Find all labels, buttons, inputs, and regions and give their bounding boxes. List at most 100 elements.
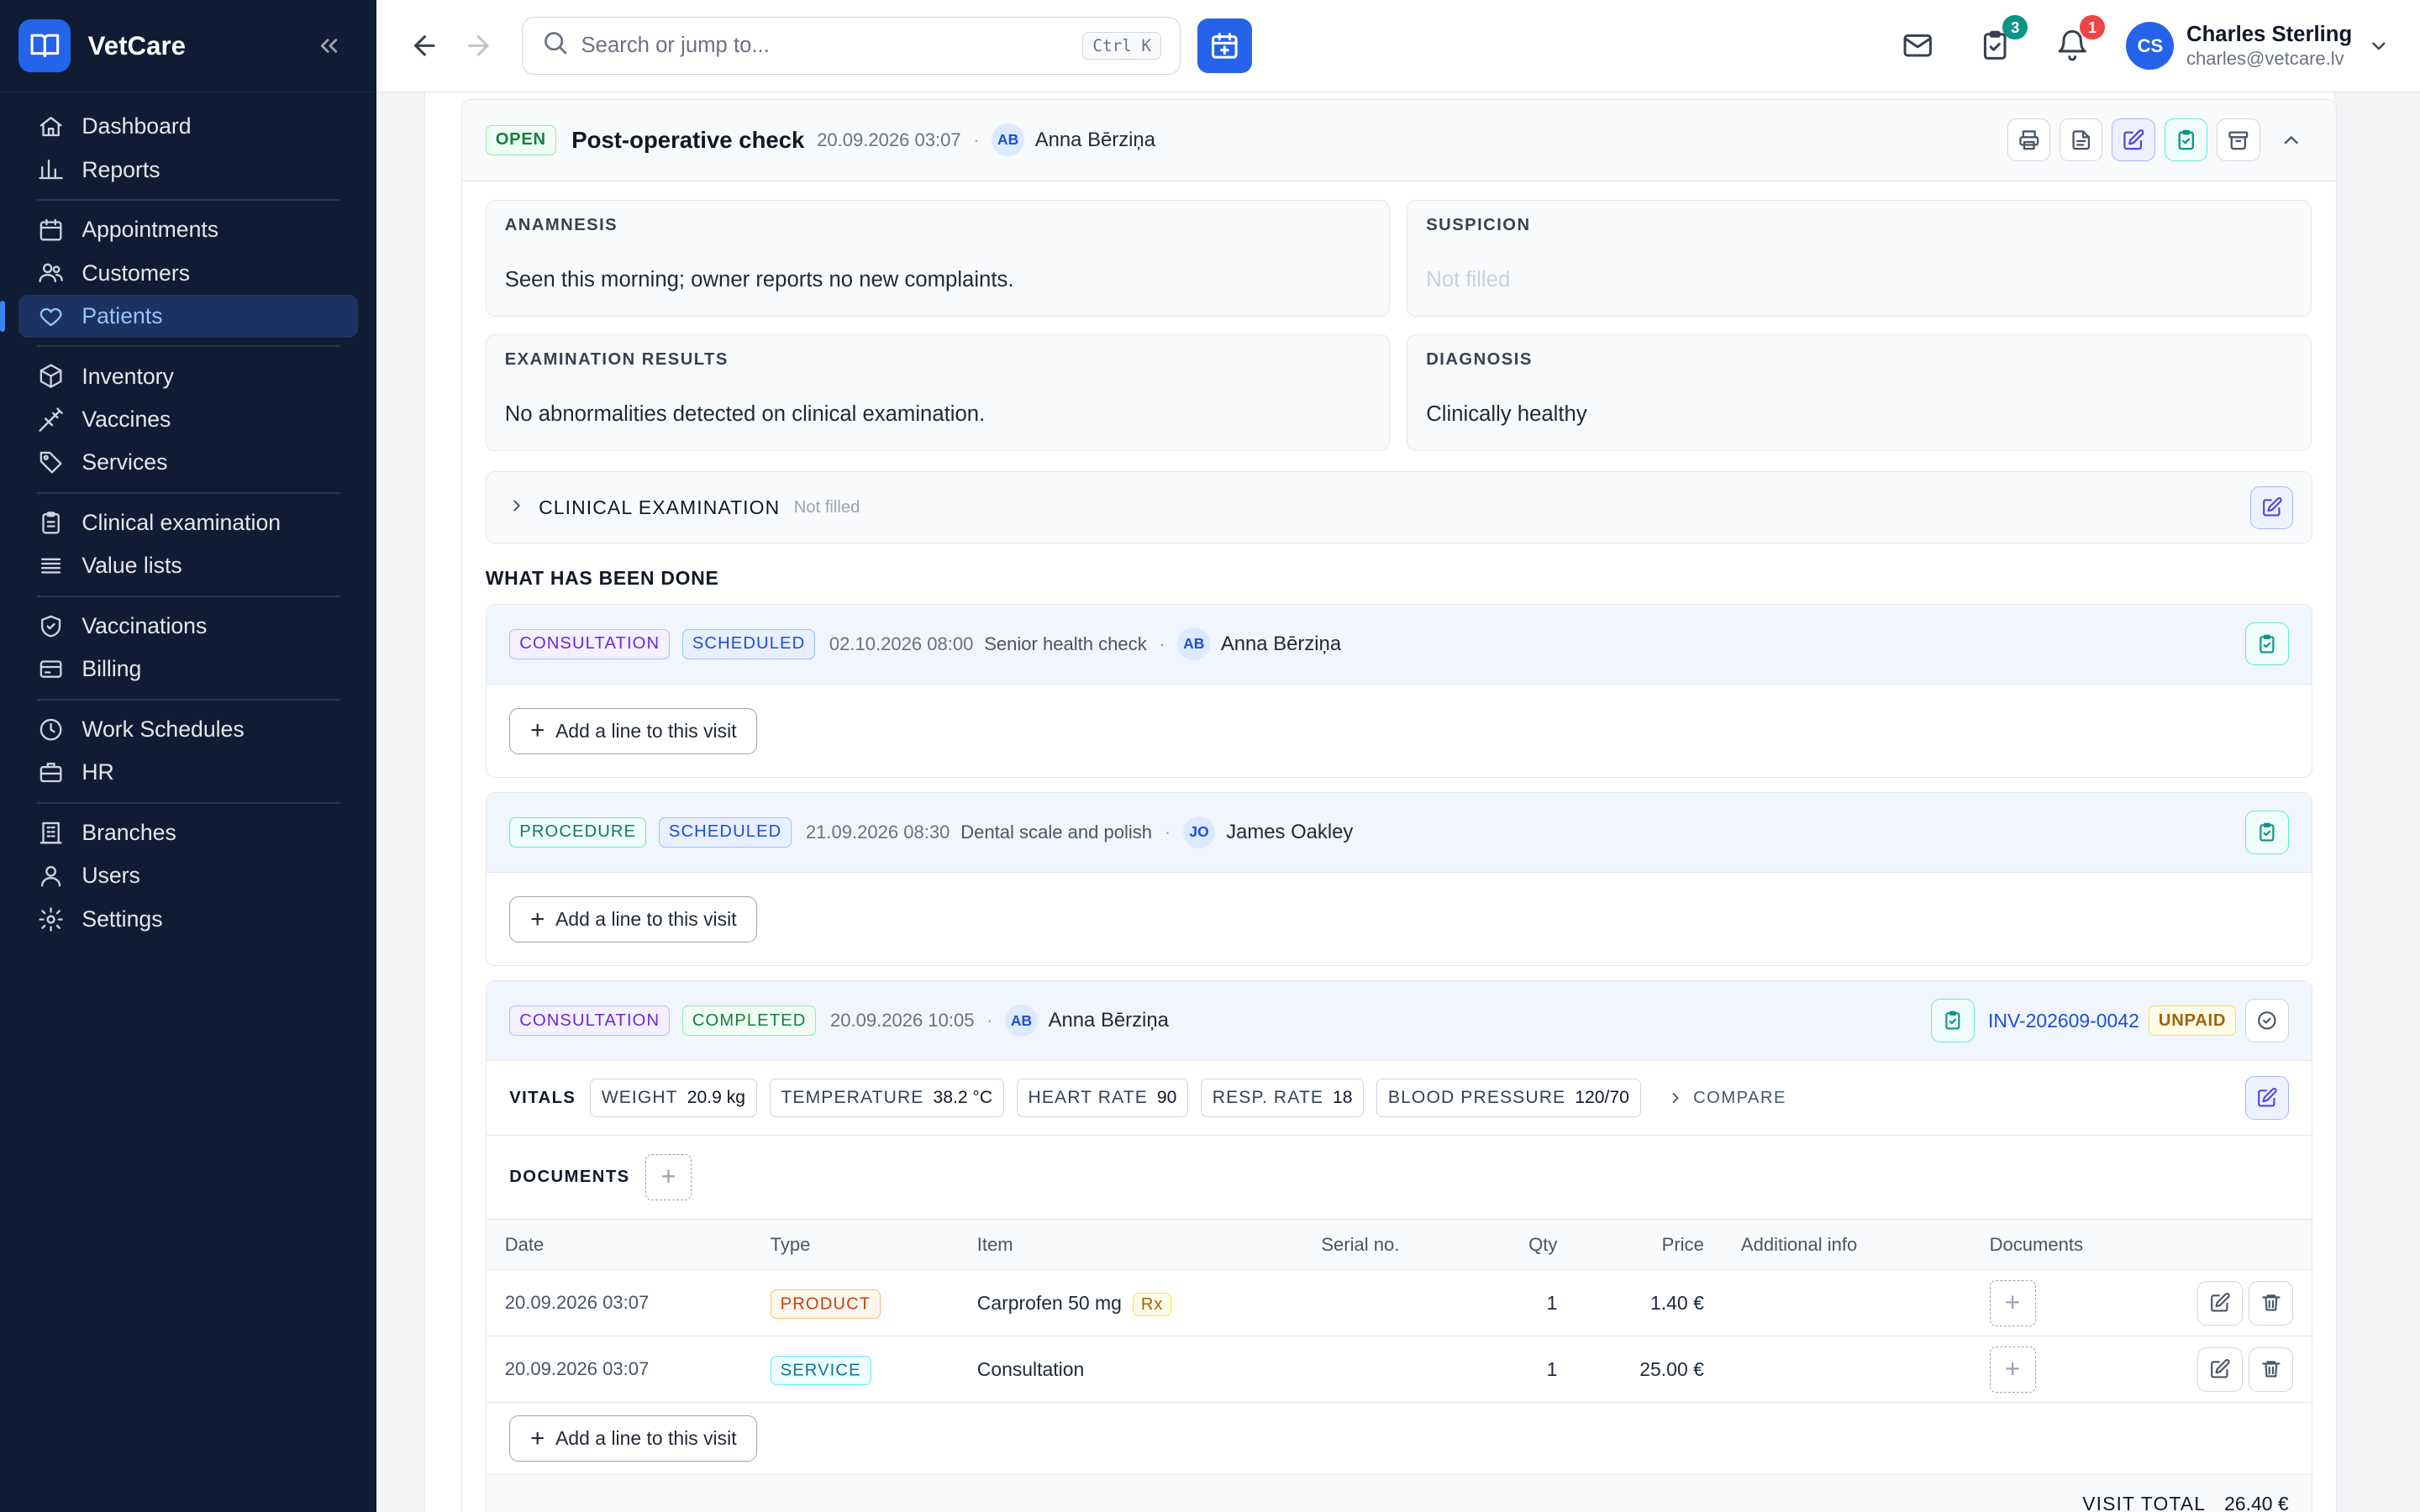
diagnosis-box[interactable]: DIAGNOSIS Clinically healthy [1407,333,2312,452]
add-line-button[interactable]: + Add a line to this visit [509,1415,758,1462]
sidebar-item-branches[interactable]: Branches [18,811,358,854]
edit-clinical-examination-button[interactable] [2249,486,2294,529]
column-header-documents: Documents [1970,1218,2126,1271]
add-line-button[interactable]: + Add a line to this visit [509,707,758,754]
collapse-sidebar-icon[interactable] [312,29,345,62]
list-icon [37,552,65,580]
sidebar-item-vaccinations[interactable]: Vaccinations [18,605,358,648]
add-line-button[interactable]: + Add a line to this visit [509,895,758,942]
plus-icon: + [530,905,545,933]
user-menu[interactable]: Charles Sterling charles@vetcare.lv [2186,22,2352,70]
sidebar-item-reports[interactable]: Reports [18,148,358,191]
complete-visit-button[interactable] [2164,118,2208,162]
book-logo-icon[interactable] [18,19,71,72]
suspicion-value: Not filled [1426,267,1511,291]
vital-name: WEIGHT [601,1088,678,1107]
cell-qty: 1 [1467,1336,1576,1404]
add-row-document-button[interactable]: + [1989,1346,2036,1393]
line-person-name: James Oakley [1226,820,1354,843]
sidebar-item-work-schedules[interactable]: Work Schedules [18,708,358,751]
add-line-row: + Add a line to this visit [487,1403,2312,1473]
cell-serial [1302,1269,1468,1337]
main-area: Ctrl K 3 1 CS Charles Sterlin [376,0,2420,1512]
vital-value: 120/70 [1575,1088,1629,1107]
sidebar-item-vaccines[interactable]: Vaccines [18,398,358,441]
examination-results-box[interactable]: EXAMINATION RESULTS No abnormalities det… [485,333,1390,452]
visit-line-header: CONSULTATION SCHEDULED 02.10.2026 08:00 … [486,604,2312,685]
forward-arrow-icon[interactable] [461,29,495,62]
shield-icon [37,612,65,640]
edit-icon [2123,129,2144,150]
search-input[interactable] [581,34,1083,59]
column-header-type: Type [751,1218,959,1271]
search-box[interactable]: Ctrl K [521,16,1181,76]
edit-visit-button[interactable] [2112,118,2155,162]
line-clipboard-button[interactable] [2245,811,2289,854]
item-type-badge: PRODUCT [770,1289,881,1320]
clinical-examination-row[interactable]: CLINICAL EXAMINATION Not filled [485,471,2313,544]
anamnesis-box[interactable]: ANAMNESIS Seen this morning; owner repor… [485,199,1390,318]
row-actions [2144,1347,2294,1392]
user-avatar[interactable]: CS [2126,22,2175,71]
mail-icon[interactable] [1898,26,1939,66]
sidebar-item-customers[interactable]: Customers [18,251,358,294]
sidebar-item-settings[interactable]: Settings [18,898,358,941]
sidebar-item-label: Customers [82,260,191,286]
sidebar: VetCare Dashboard Reports Appointments Cust… [0,0,377,1512]
collapse-visit-button[interactable] [2270,118,2312,161]
nav-divider [37,198,340,201]
visit-line-card: CONSULTATION SCHEDULED 02.10.2026 08:00 … [485,603,2313,779]
user-icon [37,862,65,890]
delete-row-button[interactable] [2248,1280,2294,1326]
sidebar-item-clinical-examination[interactable]: Clinical examination [18,501,358,544]
users-icon [37,260,65,287]
clipboard-check-icon [2178,129,2194,150]
archive-button[interactable] [2217,118,2260,162]
line-clipboard-button[interactable] [2245,622,2289,666]
nav-divider [37,801,340,804]
sidebar-item-value-lists[interactable]: Value lists [18,544,358,587]
sidebar-item-appointments[interactable]: Appointments [18,208,358,251]
vital-chip-temperature: TEMPERATURE 38.2 °C [769,1079,1004,1117]
completed-line-header: CONSULTATION COMPLETED 20.09.2026 10:05 … [486,980,2312,1062]
delete-row-button[interactable] [2248,1347,2294,1392]
print-button[interactable] [2007,118,2050,162]
sidebar-item-dashboard[interactable]: Dashboard [18,105,358,148]
compare-vitals-toggle[interactable]: COMPARE [1667,1089,1786,1108]
separator-dot: · [973,129,980,150]
bell-icon[interactable]: 1 [2052,14,2105,66]
add-document-button[interactable]: + [644,1153,692,1200]
line-status-badge: COMPLETED [681,1005,817,1037]
back-arrow-icon[interactable] [408,29,441,62]
archive-icon [2228,131,2249,150]
edit-row-button[interactable] [2197,1280,2243,1326]
edit-vitals-button[interactable] [2245,1076,2289,1120]
sidebar-item-users[interactable]: Users [18,854,358,897]
sidebar-item-services[interactable]: Services [18,441,358,484]
cell-item: Consultation [958,1336,1303,1404]
sidebar-item-label: HR [82,759,114,785]
new-appointment-button[interactable] [1197,18,1252,73]
tasks-icon[interactable]: 3 [1975,14,2028,66]
chevron-right-icon[interactable] [508,493,526,522]
suspicion-box[interactable]: SUSPICION Not filled [1407,199,2312,318]
calendar-plus-icon [1212,33,1238,59]
line-clipboard-button[interactable] [1931,999,1975,1042]
clipboard-check-icon [2260,634,2275,654]
line-type-badge: CONSULTATION [509,628,671,659]
plus-icon: + [660,1162,676,1192]
edit-row-button[interactable] [2197,1347,2243,1392]
mark-paid-button[interactable] [2245,999,2289,1042]
document-button[interactable] [2060,118,2103,162]
add-row-document-button[interactable]: + [1989,1279,2036,1326]
sidebar-item-inventory[interactable]: Inventory [18,354,358,397]
sidebar-item-hr[interactable]: HR [18,751,358,794]
sidebar-item-patients[interactable]: Patients [0,294,359,339]
home-icon [37,113,65,140]
chevron-down-icon[interactable] [2368,35,2390,57]
chevron-right-icon [1672,1093,1679,1103]
sidebar-item-billing[interactable]: Billing [18,648,358,690]
invoice-link[interactable]: INV-202609-0042 [1988,1010,2139,1032]
sidebar-item-label: Work Schedules [82,717,245,742]
vital-name: HEART RATE [1028,1088,1148,1107]
